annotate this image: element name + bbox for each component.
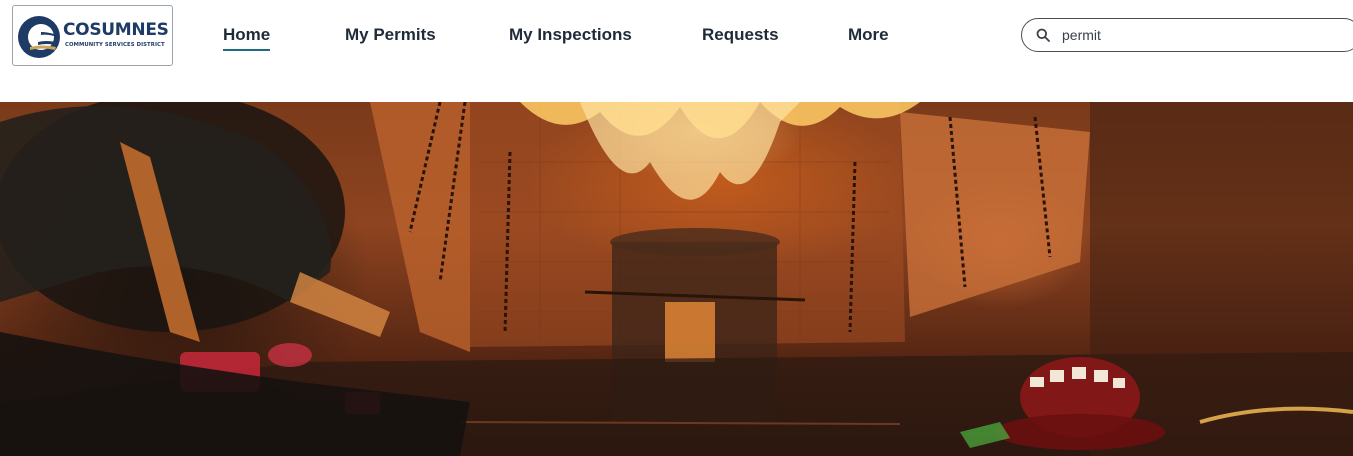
site-header: COSUMNES COMMUNITY SERVICES DISTRICT Hom… [0,0,1353,102]
logo-name: COSUMNES [63,20,169,40]
nav-item-my-permits[interactable]: My Permits [345,25,436,45]
cosumnes-c-logo-icon [18,16,60,58]
search-box[interactable] [1021,18,1353,52]
logo-subtitle: COMMUNITY SERVICES DISTRICT [65,42,165,48]
nav-item-my-inspections[interactable]: My Inspections [509,25,632,45]
nav-item-home[interactable]: Home [223,25,271,51]
search-icon [1036,28,1050,42]
search-input[interactable] [1062,25,1352,45]
site-logo[interactable]: COSUMNES COMMUNITY SERVICES DISTRICT [12,5,173,66]
nav-item-more[interactable]: More [848,25,889,45]
firefighter-training-fire-scene-image [0,102,1353,456]
nav-item-requests[interactable]: Requests [702,25,779,45]
hero-banner-image [0,102,1353,456]
